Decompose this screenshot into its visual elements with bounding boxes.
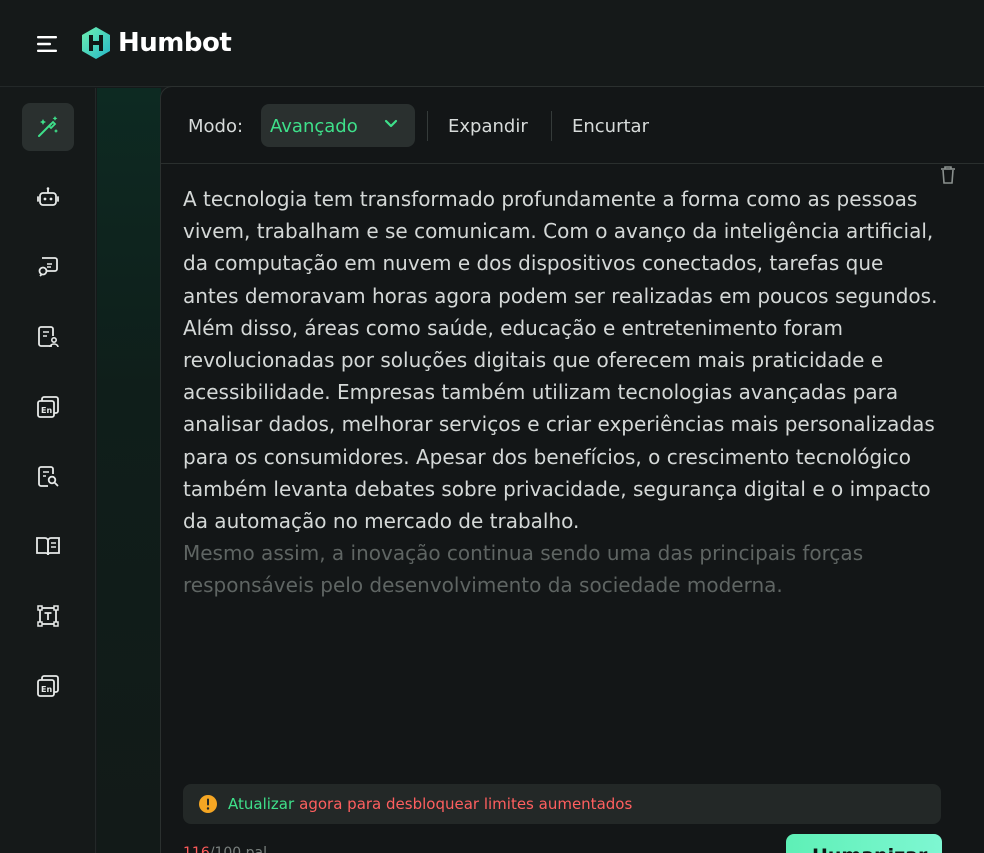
toolbar-divider [551, 111, 552, 141]
humbot-logo-icon [82, 27, 110, 59]
trash-icon [941, 166, 955, 184]
sidebar-item-translator-alt[interactable]: En [22, 662, 74, 710]
top-bar: Humbot [0, 0, 984, 87]
editor-toolbar: Modo: Avançado Expandir Encurtar [161, 87, 984, 164]
translate-en-icon: En [37, 396, 59, 418]
brand-logo[interactable]: Humbot [80, 26, 232, 60]
word-count: 116 [183, 845, 210, 853]
book-icon [36, 537, 60, 556]
sidebar-item-rewriter[interactable] [22, 243, 74, 291]
word-counter: 116/100 pal [183, 845, 267, 853]
text-frame-icon [37, 605, 59, 627]
input-text: A tecnologia tem transformado profundame… [183, 187, 938, 534]
sidebar: En En [0, 88, 96, 853]
editor-panel: Modo: Avançado Expandir Encurtar A tecno… [160, 86, 984, 853]
document-user-icon [38, 326, 59, 348]
sidebar-item-text-tool[interactable] [22, 592, 74, 640]
expand-button[interactable]: Expandir [448, 116, 528, 137]
sidebar-item-ai-detector[interactable] [22, 174, 74, 222]
humanize-button[interactable]: Humanizar [786, 834, 942, 853]
shorten-button[interactable]: Encurtar [572, 116, 649, 137]
sidebar-item-essay[interactable] [22, 313, 74, 361]
upgrade-link[interactable]: Atualizar [228, 795, 294, 813]
magic-wand-icon [38, 116, 58, 137]
warning-icon [199, 795, 217, 813]
toolbar-divider [427, 111, 428, 141]
sidebar-item-reader[interactable] [22, 522, 74, 570]
sidebar-item-translator[interactable]: En [22, 383, 74, 431]
robot-icon [37, 187, 59, 206]
svg-text:En: En [41, 685, 52, 694]
background-gradient-strip [97, 88, 161, 853]
chevron-down-icon [384, 119, 398, 128]
upgrade-notice: Atualizar agora para desbloquear limites… [183, 784, 941, 824]
upgrade-message: agora para desbloquear limites aumentado… [299, 795, 633, 813]
input-text-overflow: Mesmo assim, a inovação continua sendo u… [183, 541, 864, 598]
chat-rewrite-icon [38, 257, 58, 277]
translate-en-alt-icon: En [37, 675, 59, 697]
sidebar-item-plagiarism[interactable] [22, 453, 74, 501]
document-search-icon [38, 466, 59, 487]
mode-dropdown[interactable]: Avançado [261, 104, 415, 147]
mode-label: Modo: [188, 116, 244, 137]
svg-text:En: En [41, 406, 52, 415]
input-text-area[interactable]: A tecnologia tem transformado profundame… [183, 183, 943, 602]
mode-dropdown-value: Avançado [270, 116, 358, 137]
sidebar-item-humanizer[interactable] [22, 103, 74, 151]
word-limit: /100 pal [209, 845, 267, 853]
menu-toggle-button[interactable] [34, 30, 62, 58]
menu-icon [37, 36, 57, 52]
brand-name: Humbot [118, 28, 232, 58]
